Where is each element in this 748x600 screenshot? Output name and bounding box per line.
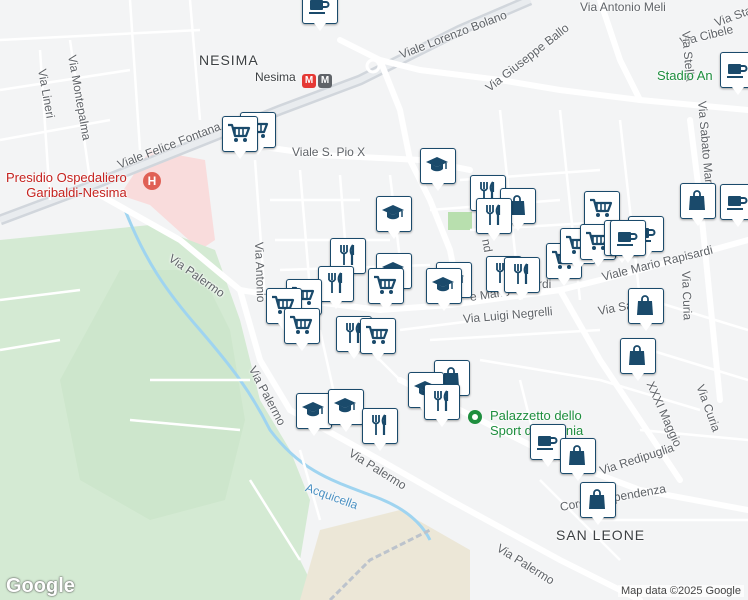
fork-knife-icon (486, 204, 501, 225)
fork-knife-icon (328, 272, 343, 293)
shopping-cart-icon (374, 275, 397, 294)
graduation-cap-marker[interactable] (376, 196, 412, 239)
graduation-cap-icon (382, 205, 404, 220)
street-label: Viale S. Pio X (292, 145, 366, 159)
shopping-cart-marker[interactable] (222, 116, 258, 159)
metro-icon[interactable]: MM (300, 70, 332, 88)
fork-knife-icon (434, 390, 449, 411)
fork-knife-marker[interactable] (362, 408, 398, 451)
fork-knife-marker[interactable] (424, 384, 460, 427)
sports-venue-icon[interactable] (468, 410, 482, 424)
shopping-cart-marker[interactable] (368, 268, 404, 311)
fork-knife-icon (514, 263, 529, 284)
graduation-cap-icon (432, 277, 454, 292)
coffee-cup-marker[interactable] (610, 220, 646, 263)
street-label: Via Curia (679, 270, 695, 321)
coffee-cup-marker[interactable] (302, 0, 338, 31)
fork-knife-icon (340, 244, 355, 265)
map-canvas[interactable]: NESIMA SAN LEONE Viale Lorenzo Bolano Vi… (0, 0, 748, 600)
shopping-cart-marker[interactable] (360, 318, 396, 361)
google-logo: Google (6, 575, 75, 597)
shopping-bag-icon (637, 295, 653, 315)
fork-knife-marker[interactable] (318, 266, 354, 309)
coffee-cup-icon (537, 436, 558, 450)
fork-knife-icon (372, 414, 387, 435)
coffee-cup-marker[interactable] (720, 184, 748, 227)
fork-knife-marker[interactable] (504, 257, 540, 300)
shopping-cart-icon (590, 198, 613, 217)
graduation-cap-marker[interactable] (420, 148, 456, 191)
shopping-cart-marker[interactable] (284, 308, 320, 351)
coffee-cup-icon (727, 196, 748, 210)
graduation-cap-marker[interactable] (328, 389, 364, 432)
coffee-cup-icon (727, 64, 748, 78)
hospital-label[interactable]: Presidio Ospedaliero Garibaldi-Nesima (6, 170, 127, 200)
area-label-nesima: NESIMA (199, 52, 259, 68)
stadium-label[interactable]: Stadio An (657, 68, 713, 83)
coffee-cup-marker[interactable] (720, 52, 748, 95)
hospital-icon[interactable]: H (143, 172, 161, 190)
coffee-cup-icon (617, 232, 638, 246)
graduation-cap-icon (302, 402, 324, 417)
shopping-cart-icon (290, 315, 313, 334)
shopping-bag-icon (689, 190, 705, 210)
shopping-bag-icon (589, 489, 605, 509)
shopping-bag-marker[interactable] (580, 482, 616, 525)
graduation-cap-icon (334, 398, 356, 413)
fork-knife-marker[interactable] (476, 198, 512, 241)
metro-label[interactable]: Nesima (255, 70, 296, 84)
graduation-cap-marker[interactable] (296, 393, 332, 436)
graduation-cap-icon (426, 157, 448, 172)
shopping-cart-icon (228, 123, 251, 142)
shopping-bag-marker[interactable] (560, 438, 596, 481)
shopping-bag-marker[interactable] (620, 338, 656, 381)
street-label: Via Antonio Meli (580, 0, 666, 14)
coffee-cup-icon (309, 0, 330, 14)
shopping-bag-icon (569, 445, 585, 465)
shopping-cart-icon (366, 325, 389, 344)
map-attribution[interactable]: Map data ©2025 Google (617, 585, 744, 597)
shopping-bag-marker[interactable] (628, 288, 664, 331)
graduation-cap-marker[interactable] (426, 268, 462, 311)
area-label-san-leone: SAN LEONE (556, 527, 646, 543)
shopping-bag-marker[interactable] (680, 183, 716, 226)
shopping-bag-icon (629, 345, 645, 365)
